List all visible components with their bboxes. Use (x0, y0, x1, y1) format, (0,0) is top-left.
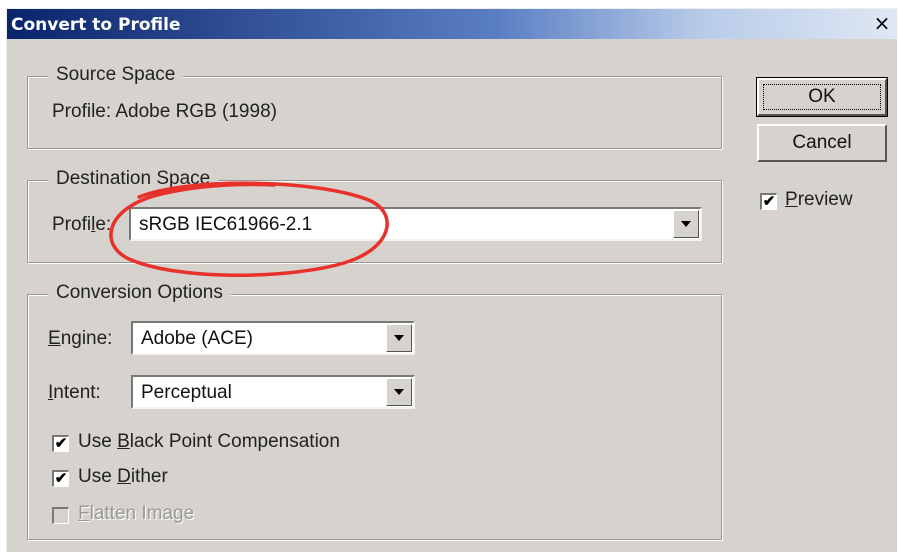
chevron-down-icon[interactable] (673, 210, 699, 238)
flatten-image-checkbox (52, 507, 69, 524)
source-profile-text: Profile: Adobe RGB (1998) (52, 101, 277, 122)
dither-checkbox[interactable]: ✔ (52, 470, 69, 487)
convert-to-profile-dialog: Convert to Profile × Source Space Profil… (6, 8, 897, 552)
dither-label[interactable]: Use Dither (78, 466, 168, 488)
close-icon[interactable]: × (871, 12, 893, 34)
engine-select[interactable]: Adobe (ACE) (131, 321, 415, 355)
focus-ring (763, 84, 881, 110)
red-circle-annotation-icon (109, 181, 389, 277)
black-point-label[interactable]: Use Black Point Compensation (78, 431, 340, 453)
engine-label: Engine: (48, 328, 113, 349)
chevron-down-icon[interactable] (386, 324, 412, 352)
ok-button[interactable]: OK (756, 77, 888, 117)
intent-label: Intent: (48, 382, 101, 403)
title-bar[interactable]: Convert to Profile × (7, 9, 897, 39)
conversion-options-group: Conversion Options Engine: Adobe (ACE) I… (27, 282, 722, 540)
source-space-legend: Source Space (48, 64, 184, 86)
chevron-down-icon[interactable] (386, 378, 412, 406)
engine-value: Adobe (ACE) (141, 328, 253, 349)
cancel-button[interactable]: Cancel (757, 124, 887, 162)
dialog-title: Convert to Profile (11, 15, 181, 35)
source-space-group: Source Space Profile: Adobe RGB (1998) (27, 64, 722, 149)
intent-select[interactable]: Perceptual (131, 375, 415, 409)
black-point-checkbox[interactable]: ✔ (52, 435, 69, 452)
intent-value: Perceptual (141, 382, 232, 403)
preview-label[interactable]: Preview (785, 189, 853, 211)
flatten-image-label: Flatten Image (78, 503, 195, 524)
preview-checkbox[interactable]: ✔ (760, 193, 777, 210)
cancel-button-label: Cancel (792, 132, 852, 153)
